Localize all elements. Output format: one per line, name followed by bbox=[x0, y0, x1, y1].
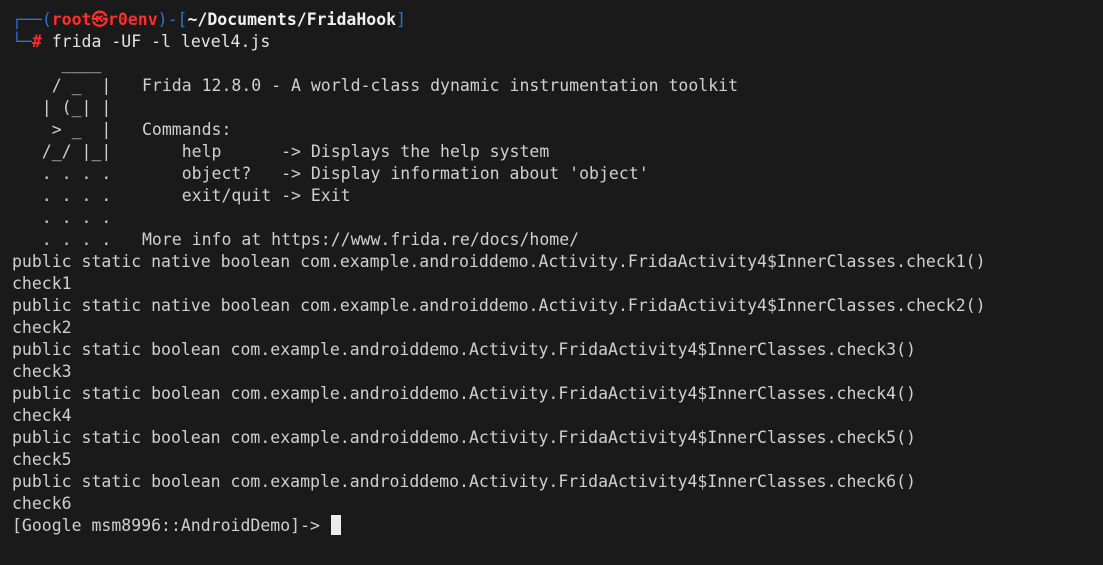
banner-ascii-art: . . . . bbox=[12, 164, 112, 183]
banner-row: . . . . More info at https://www.frida.re… bbox=[12, 229, 1103, 251]
banner-ascii-art: | (_| | bbox=[12, 98, 112, 117]
output-line: check4 bbox=[12, 406, 72, 425]
output-line: check3 bbox=[12, 362, 72, 381]
output-line: public static native boolean com.example… bbox=[12, 296, 986, 315]
prompt-paren-open: ( bbox=[41, 10, 52, 29]
output-line: check1 bbox=[12, 274, 72, 293]
prompt-host: r0env bbox=[108, 10, 158, 29]
output-line: public static boolean com.example.androi… bbox=[12, 384, 916, 403]
prompt-header-line: ┌──(root㉿r0env)-[~/Documents/FridaHook] bbox=[12, 9, 1103, 31]
banner-text: Frida 12.8.0 - A world-class dynamic ins… bbox=[142, 76, 739, 95]
prompt-bracket-close: ] bbox=[396, 10, 407, 29]
frida-banner: ____ / _ | Frida 12.8.0 - A world-class d… bbox=[12, 53, 1103, 251]
banner-row: /_/ |_| help -> Displays the help system bbox=[12, 141, 1103, 163]
banner-ascii-art: . . . . bbox=[12, 230, 112, 249]
text-cursor[interactable] bbox=[330, 515, 341, 535]
prompt-hash: # bbox=[31, 32, 42, 51]
output-line: check6 bbox=[12, 494, 72, 513]
banner-text: More info at https://www.frida.re/docs/h… bbox=[142, 230, 580, 249]
output-line: check2 bbox=[12, 318, 72, 337]
banner-text: help -> Displays the help system bbox=[142, 142, 550, 161]
repl-prompt-line[interactable]: [Google msm8996::AndroidDemo]-> bbox=[12, 515, 1103, 537]
output-line: public static boolean com.example.androi… bbox=[12, 340, 916, 359]
banner-ascii-art: /_/ |_| bbox=[12, 142, 112, 161]
banner-ascii-art: . . . . bbox=[12, 208, 112, 227]
command-output: public static native boolean com.example… bbox=[12, 251, 1103, 515]
banner-ascii-art: ____ bbox=[12, 54, 102, 73]
prompt-command-line: └─# frida -UF -l level4.js bbox=[12, 31, 1103, 53]
banner-text: object? -> Display information about 'ob… bbox=[142, 164, 649, 183]
banner-ascii-art: / _ | bbox=[12, 76, 112, 95]
banner-ascii-art: . . . . bbox=[12, 186, 112, 205]
banner-row: | (_| | bbox=[12, 97, 1103, 119]
output-line: check5 bbox=[12, 450, 72, 469]
banner-row: / _ | Frida 12.8.0 - A world-class dynami… bbox=[12, 75, 1103, 97]
banner-row: . . . . object? -> Display information a… bbox=[12, 163, 1103, 185]
output-line: public static boolean com.example.androi… bbox=[12, 428, 916, 447]
prompt-user: root bbox=[51, 10, 92, 29]
banner-row: . . . . exit/quit -> Exit bbox=[12, 185, 1103, 207]
prompt-at-symbol: ㉿ bbox=[91, 10, 109, 29]
command-text: frida -UF -l level4.js bbox=[41, 32, 271, 51]
repl-prompt: [Google msm8996::AndroidDemo]-> bbox=[12, 516, 330, 535]
prompt-path: ~/Documents/FridaHook bbox=[187, 10, 397, 29]
output-line: public static native boolean com.example… bbox=[12, 252, 986, 271]
output-line: public static boolean com.example.androi… bbox=[12, 472, 916, 491]
prompt-corner-bottom: └─ bbox=[12, 32, 32, 51]
banner-text: exit/quit -> Exit bbox=[142, 186, 351, 205]
prompt-separator: )-[ bbox=[157, 10, 188, 29]
terminal-window[interactable]: ┌──(root㉿r0env)-[~/Documents/FridaHook] … bbox=[0, 0, 1103, 565]
banner-text: Commands: bbox=[142, 120, 232, 139]
banner-row: > _ | Commands: bbox=[12, 119, 1103, 141]
banner-row: . . . . bbox=[12, 207, 1103, 229]
prompt-corner-top: ┌── bbox=[12, 10, 42, 29]
banner-row: ____ bbox=[12, 53, 1103, 75]
banner-ascii-art: > _ | bbox=[12, 120, 112, 139]
